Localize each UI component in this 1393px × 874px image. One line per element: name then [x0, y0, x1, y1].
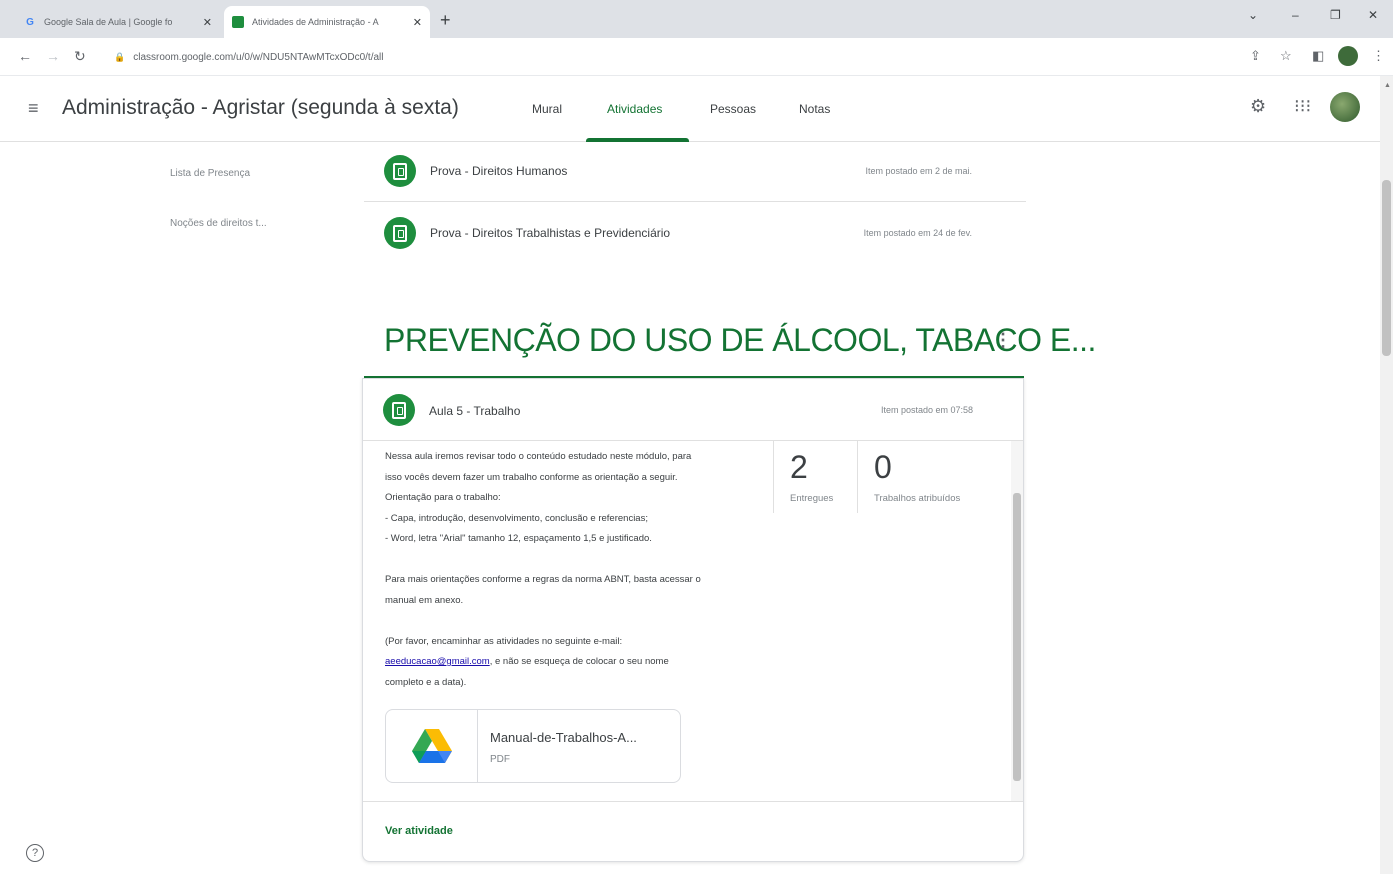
tab-title: Google Sala de Aula | Google fo	[44, 17, 173, 27]
attachment-card[interactable]: Manual-de-Trabalhos-A... PDF	[385, 709, 681, 783]
description-line: aeeducacao@gmail.com, e não se esqueça d…	[385, 652, 765, 673]
description-line: isso vocês devem fazer um trabalho confo…	[385, 471, 678, 483]
topic-link-lista-presenca[interactable]: Lista de Presença	[170, 168, 250, 179]
extension-icon[interactable]: ◧	[1312, 48, 1324, 64]
main-menu-icon[interactable]: ≡	[28, 98, 39, 119]
tab-pessoas[interactable]: Pessoas	[710, 102, 756, 116]
item-title: Prova - Direitos Trabalhistas e Previden…	[430, 226, 671, 240]
settings-gear-icon[interactable]: ⚙	[1250, 96, 1266, 117]
browser-tab-1[interactable]: G Google Sala de Aula | Google fo ✕	[16, 6, 220, 38]
more-vert-icon[interactable]: ⋮	[994, 330, 1012, 351]
assignment-description: Nessa aula iremos revisar todo o conteúd…	[385, 447, 765, 693]
stat-label: Entregues	[790, 493, 834, 504]
tab-atividades[interactable]: Atividades	[607, 102, 662, 116]
description-line: (Por favor, encaminhar as atividades no …	[385, 635, 623, 647]
item-title: Prova - Direitos Humanos	[430, 164, 568, 178]
tab-mural[interactable]: Mural	[532, 102, 562, 116]
browser-tab-2[interactable]: Atividades de Administração - A ✕	[224, 6, 430, 38]
assignment-icon	[384, 217, 416, 249]
tab-search-icon[interactable]: ⌄	[1248, 8, 1258, 22]
assignment-stats: 2 Entregues 0 Trabalhos atribuídos	[773, 441, 983, 513]
description-scrollbar[interactable]	[1011, 441, 1023, 801]
attachment-title: Manual-de-Trabalhos-A...	[490, 730, 637, 745]
description-line	[385, 611, 765, 632]
new-tab-icon[interactable]: +	[440, 10, 451, 31]
email-link[interactable]: aeeducacao@gmail.com	[385, 656, 490, 667]
assignment-card-header[interactable]: Aula 5 - Trabalho Item postado em 07:58	[363, 379, 1023, 441]
restore-icon[interactable]: ❐	[1330, 8, 1341, 22]
minimize-icon[interactable]: –	[1292, 8, 1299, 22]
list-item[interactable]: Prova - Direitos Trabalhistas e Previden…	[364, 204, 1026, 262]
scrollbar-thumb[interactable]	[1382, 180, 1391, 356]
description-line: completo e a data).	[385, 676, 467, 688]
browser-menu-icon[interactable]: ⋮	[1372, 48, 1385, 64]
stat-label: Trabalhos atribuídos	[874, 493, 961, 504]
description-line	[385, 550, 765, 571]
assignment-icon	[384, 155, 416, 187]
attachment-type: PDF	[490, 754, 510, 765]
section-title: PREVENÇÃO DO USO DE ÁLCOOL, TABACO E...	[384, 322, 1096, 358]
tab-notas[interactable]: Notas	[799, 102, 830, 116]
description-line: Nessa aula iremos revisar todo o conteúd…	[385, 451, 692, 462]
assignment-icon	[383, 394, 415, 426]
scroll-up-icon[interactable]: ▲	[1384, 82, 1391, 89]
email-suffix: , e não se esqueça de colocar o seu nome	[489, 656, 669, 667]
description-line: - Word, letra "Arial" tamanho 12, espaça…	[385, 533, 652, 544]
browser-profile-avatar[interactable]	[1338, 46, 1358, 66]
description-line: Orientação para o trabalho:	[385, 492, 501, 503]
address-bar[interactable]: 🔒 classroom.google.com/u/0/w/NDU5NTAwMTc…	[104, 45, 1234, 69]
description-line: manual em anexo.	[385, 594, 464, 606]
forward-icon[interactable]: →	[46, 48, 60, 64]
close-window-icon[interactable]: ✕	[1368, 8, 1378, 22]
classroom-icon	[232, 16, 244, 28]
stat-value: 0	[874, 449, 892, 485]
google-drive-icon	[386, 710, 478, 782]
close-tab-icon[interactable]: ✕	[413, 16, 422, 29]
browser-toolbar: ← → ↻ 🔒 classroom.google.com/u/0/w/NDU5N…	[0, 38, 1393, 76]
reload-icon[interactable]: ↻	[74, 48, 86, 65]
browser-tab-strip: G Google Sala de Aula | Google fo ✕ Ativ…	[0, 0, 1393, 38]
google-g-icon: G	[26, 16, 34, 28]
item-posted-date: Item postado em 24 de fev.	[863, 228, 972, 238]
class-title[interactable]: Administração - Agristar (segunda à sext…	[62, 96, 459, 120]
assignment-posted-date: Item postado em 07:58	[880, 405, 973, 415]
item-posted-date: Item postado em 2 de mai.	[865, 166, 972, 176]
url-text: classroom.google.com/u/0/w/NDU5NTAwMTcxO…	[133, 51, 384, 63]
assignment-title: Aula 5 - Trabalho	[429, 404, 521, 418]
divider	[363, 801, 1023, 802]
classroom-header: ≡ Administração - Agristar (segunda à se…	[0, 76, 1380, 142]
stat-atribuidos[interactable]: 0 Trabalhos atribuídos	[857, 441, 983, 513]
page-scrollbar[interactable]: ▲	[1380, 76, 1393, 874]
scrollbar-thumb[interactable]	[1013, 493, 1021, 781]
description-line: Para mais orientações conforme a regras …	[385, 574, 701, 585]
stat-entregues[interactable]: 2 Entregues	[773, 441, 857, 513]
tab-title: Atividades de Administração - A	[252, 17, 379, 27]
stat-value: 2	[790, 449, 808, 485]
lock-icon: 🔒	[114, 51, 126, 62]
divider	[364, 201, 1026, 202]
apps-grid-icon[interactable]: ⁝⁝⁝	[1294, 96, 1311, 117]
topic-link-nocoes-direitos[interactable]: Noções de direitos t...	[170, 218, 267, 229]
help-icon[interactable]: ?	[26, 844, 44, 862]
assignment-card: Aula 5 - Trabalho Item postado em 07:58 …	[362, 378, 1024, 862]
bookmark-star-icon[interactable]: ☆	[1280, 48, 1292, 64]
view-activity-link[interactable]: Ver atividade	[385, 825, 453, 837]
description-line: - Capa, introdução, desenvolvimento, con…	[385, 512, 648, 524]
list-item[interactable]: Prova - Direitos Humanos Item postado em…	[364, 142, 1026, 200]
share-icon[interactable]: ⇪	[1250, 48, 1261, 64]
close-tab-icon[interactable]: ✕	[203, 16, 212, 29]
back-icon[interactable]: ←	[18, 48, 32, 64]
avatar[interactable]	[1330, 92, 1360, 122]
